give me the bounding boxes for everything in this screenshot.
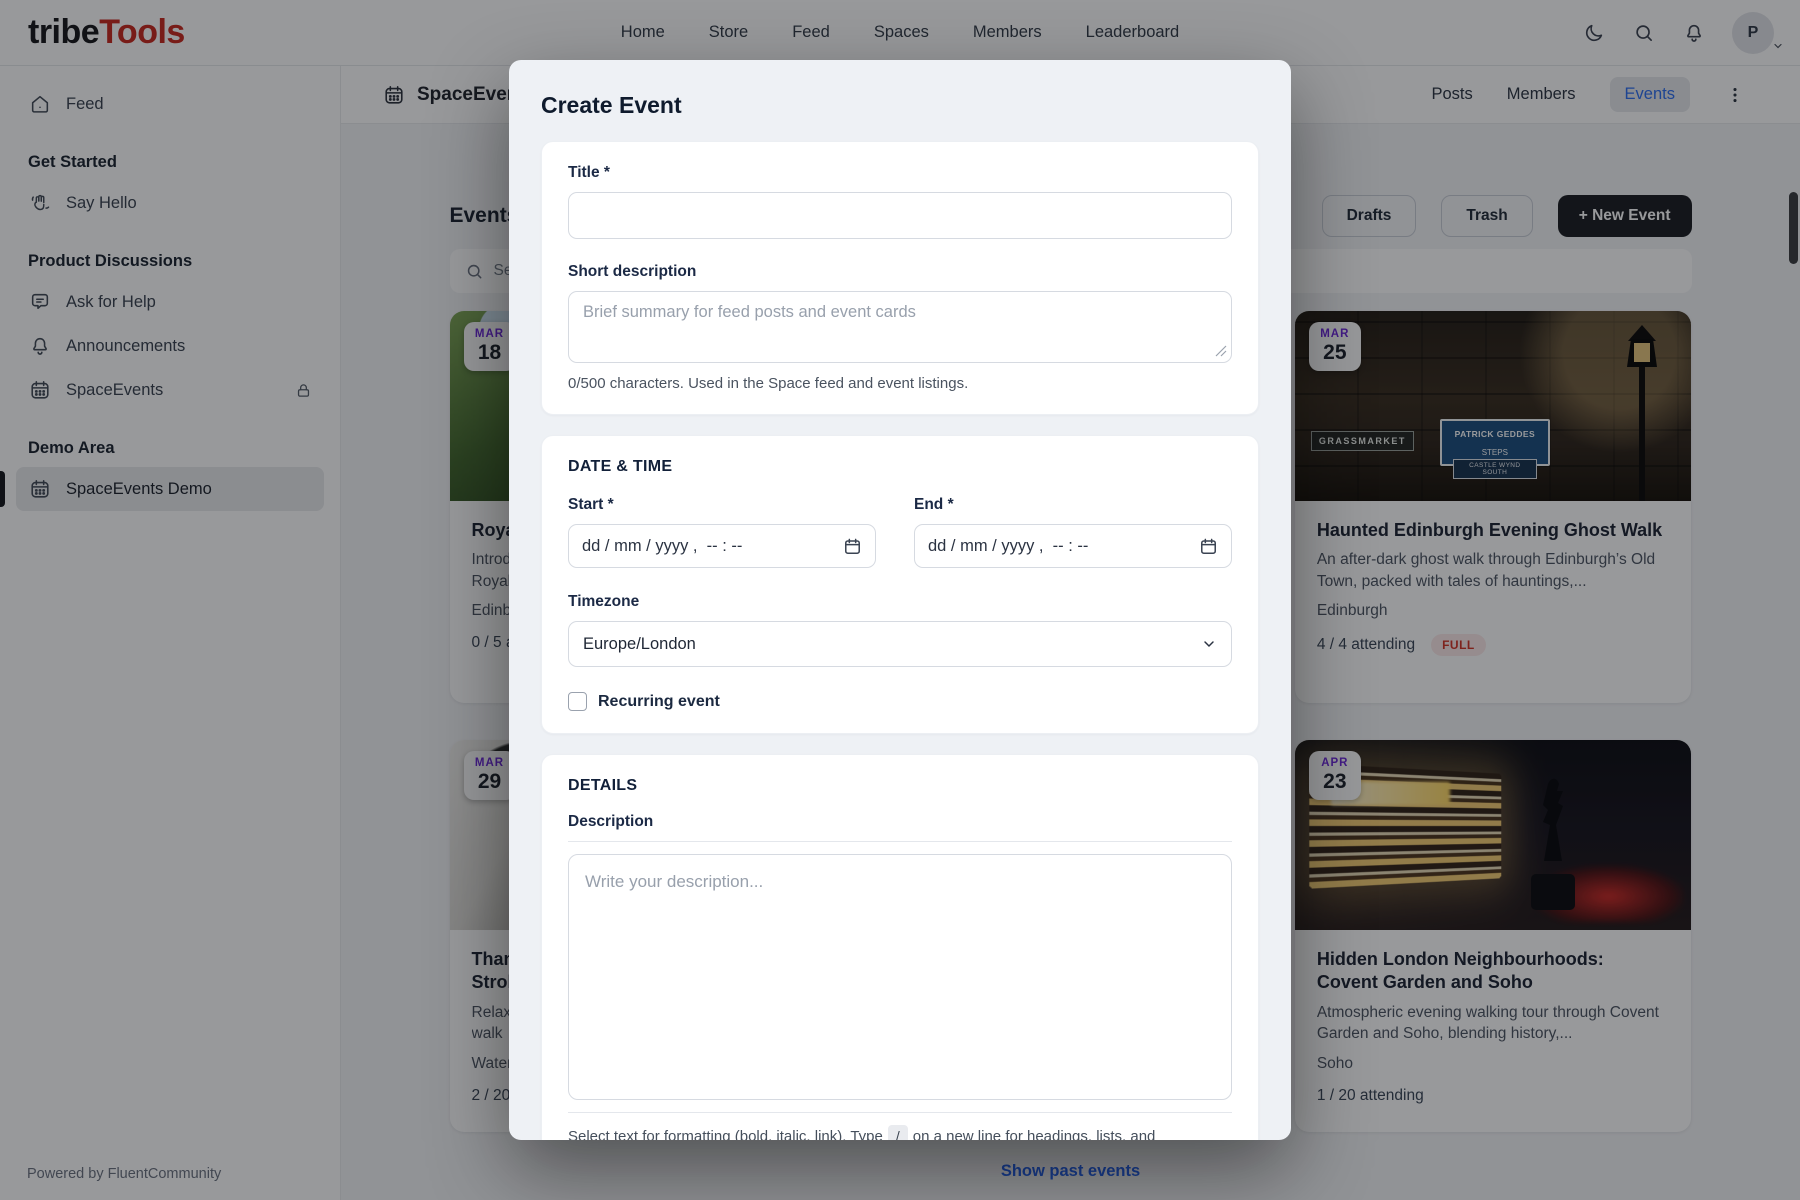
recurring-event-row: Recurring event <box>568 692 1232 711</box>
description-placeholder: Write your description... <box>585 872 763 891</box>
details-section: DETAILS Description Write your descripti… <box>541 754 1259 1140</box>
date-time-row: Start * dd / mm / yyyy , -- : -- End * d… <box>568 496 1232 568</box>
short-description-textarea[interactable] <box>568 291 1232 363</box>
divider <box>568 1112 1232 1113</box>
event-title-input[interactable] <box>568 192 1232 239</box>
title-label: Title * <box>568 164 1232 182</box>
short-description-label: Short description <box>568 263 1232 281</box>
resize-grip-icon[interactable] <box>1215 345 1227 357</box>
recurring-event-checkbox[interactable] <box>568 692 587 711</box>
date-time-section: DATE & TIME Start * dd / mm / yyyy , -- … <box>541 435 1259 734</box>
scrollbar-thumb[interactable] <box>1789 192 1798 264</box>
date-time-heading: DATE & TIME <box>568 458 1232 476</box>
character-counter-helper: 0/500 characters. Used in the Space feed… <box>568 375 1232 392</box>
end-field: End * dd / mm / yyyy , -- : -- <box>914 496 1232 568</box>
create-event-modal: Create Event Title * Short description 0… <box>509 60 1291 1140</box>
timezone-select[interactable]: Europe/London <box>568 621 1232 667</box>
end-datetime-input[interactable]: dd / mm / yyyy , -- : -- <box>914 524 1232 568</box>
start-label: Start * <box>568 496 876 514</box>
start-datetime-value: dd / mm / yyyy , -- : -- <box>582 537 742 556</box>
end-label: End * <box>914 496 1232 514</box>
basic-info-section: Title * Short description 0/500 characte… <box>541 141 1259 415</box>
short-description-wrap <box>568 291 1232 363</box>
chevron-down-icon <box>1201 636 1217 652</box>
divider <box>568 841 1232 842</box>
timezone-value: Europe/London <box>583 635 696 654</box>
end-datetime-value: dd / mm / yyyy , -- : -- <box>928 537 1088 556</box>
calendar-icon[interactable] <box>1199 537 1218 556</box>
modal-title: Create Event <box>541 92 1259 119</box>
recurring-event-label: Recurring event <box>598 693 720 711</box>
description-editor[interactable]: Write your description... <box>568 854 1232 1100</box>
formatting-hint: Select text for formatting (bold, italic… <box>568 1125 1232 1140</box>
calendar-icon[interactable] <box>843 537 862 556</box>
details-heading: DETAILS <box>568 777 1232 795</box>
hint-text: on a new line for headings, lists, and <box>913 1128 1156 1140</box>
hint-text: Select text for formatting (bold, italic… <box>568 1128 883 1140</box>
page: tribeTools Home Store Feed Spaces Member… <box>0 0 1800 1200</box>
slash-key: / <box>888 1125 908 1140</box>
start-datetime-input[interactable]: dd / mm / yyyy , -- : -- <box>568 524 876 568</box>
timezone-label: Timezone <box>568 593 1232 611</box>
description-label: Description <box>568 813 1232 831</box>
start-field: Start * dd / mm / yyyy , -- : -- <box>568 496 876 568</box>
